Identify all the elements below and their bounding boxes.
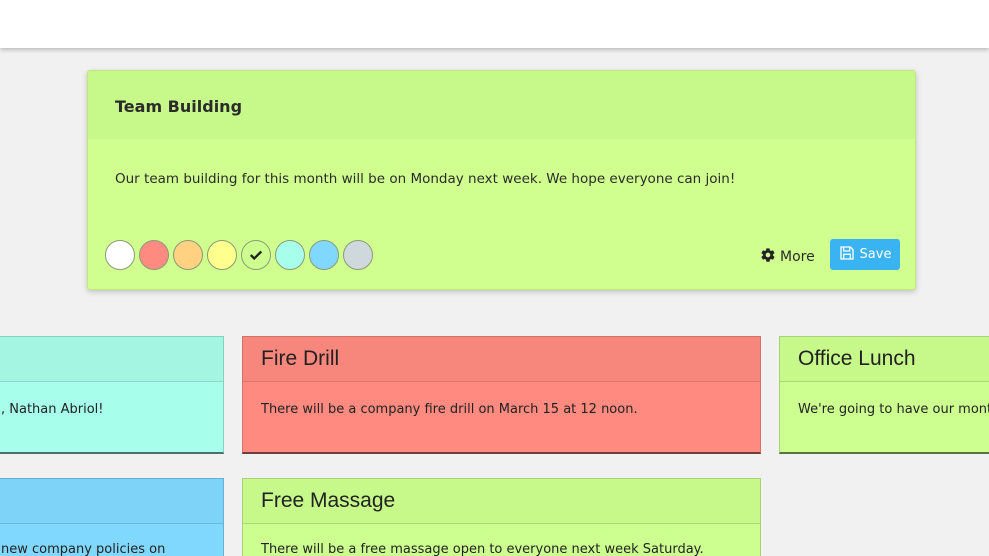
save-button[interactable]: Save — [830, 239, 900, 270]
note-card[interactable]: Fire Drill There will be a company fire … — [242, 336, 761, 454]
color-swatch-red[interactable] — [139, 240, 169, 270]
note-card[interactable]: Office Lunch We're going to have our mon… — [779, 336, 989, 454]
note-body: , Nathan Abriol! — [1, 402, 104, 417]
note-title: Free Massage — [243, 479, 760, 524]
editor-header: Team Building — [88, 71, 915, 139]
note-title: Office Lunch — [780, 337, 989, 382]
save-label: Save — [859, 247, 892, 262]
color-swatch-white[interactable] — [105, 240, 135, 270]
note-card[interactable]: , Nathan Abriol! — [0, 336, 224, 454]
color-swatch-yellow[interactable] — [207, 240, 237, 270]
note-editor: Team Building Our team building for this… — [87, 70, 916, 290]
save-icon — [839, 245, 855, 265]
editor-body-input[interactable]: Our team building for this month will be… — [88, 139, 915, 187]
gear-icon — [760, 247, 776, 267]
note-title — [0, 479, 223, 524]
editor-title-input[interactable]: Team Building — [115, 97, 915, 116]
color-swatch-orange[interactable] — [173, 240, 203, 270]
check-icon — [249, 250, 263, 261]
color-swatch-gray[interactable] — [343, 240, 373, 270]
note-body: There will be a company fire drill on Ma… — [261, 402, 638, 417]
color-swatch-blue[interactable] — [309, 240, 339, 270]
more-label: More — [780, 249, 815, 265]
top-app-bar — [0, 0, 989, 48]
color-swatch-teal[interactable] — [275, 240, 305, 270]
note-title: Fire Drill — [243, 337, 760, 382]
note-title — [0, 337, 223, 382]
more-button[interactable]: More — [760, 247, 815, 267]
note-body: new company policies on — [1, 542, 166, 556]
note-body: There will be a free massage open to eve… — [261, 542, 704, 556]
color-palette — [105, 240, 373, 270]
note-card[interactable]: new company policies on — [0, 478, 224, 556]
note-body: We're going to have our month — [798, 402, 989, 417]
color-swatch-green[interactable] — [241, 240, 271, 270]
note-card[interactable]: Free Massage There will be a free massag… — [242, 478, 761, 556]
